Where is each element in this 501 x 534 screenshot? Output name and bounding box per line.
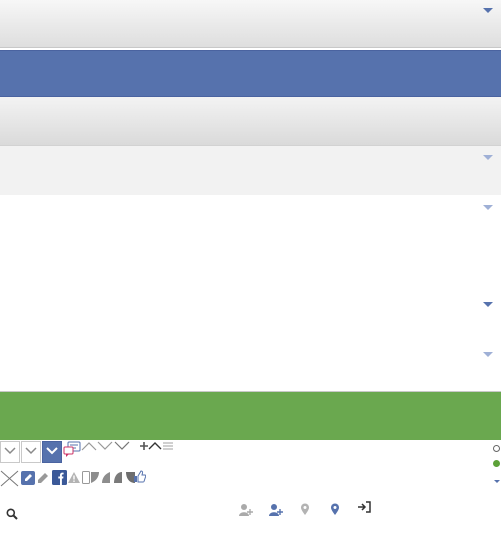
- light-gray-bar: [0, 146, 501, 195]
- radio-empty-icon[interactable]: [493, 445, 500, 452]
- dropdown-arrow-icon[interactable]: [483, 8, 493, 13]
- blue-header-bar: [0, 50, 501, 97]
- chevron-up-icon[interactable]: [148, 441, 162, 450]
- map-pin-icon[interactable]: [330, 503, 340, 516]
- dropdown-arrow-icon[interactable]: [483, 302, 493, 307]
- thumbs-up-icon[interactable]: [133, 470, 146, 483]
- dropdown-arrow-icon[interactable]: [494, 480, 500, 483]
- chevron-down-icon: [46, 447, 58, 455]
- dropdown-arrow-icon[interactable]: [483, 155, 493, 160]
- green-bar: [0, 392, 501, 440]
- facebook-icon[interactable]: [52, 470, 67, 485]
- login-icon[interactable]: [357, 501, 371, 513]
- add-user-icon[interactable]: [238, 503, 254, 517]
- chevron-down-icon[interactable]: [114, 441, 130, 451]
- chevron-down-icon: [25, 447, 37, 455]
- map-pin-icon[interactable]: [300, 503, 310, 516]
- gray-gradient-bar: [0, 97, 501, 146]
- warning-icon: [68, 472, 80, 483]
- add-user-icon[interactable]: [268, 503, 284, 517]
- corner-shape-icon: [91, 472, 135, 483]
- status-dot-icon: [493, 460, 500, 467]
- white-content-area: [0, 195, 501, 392]
- dropdown-arrow-icon[interactable]: [483, 352, 493, 357]
- pencil-icon[interactable]: [37, 472, 49, 484]
- top-toolbar: [0, 0, 501, 48]
- select-dropdown-active[interactable]: [42, 441, 62, 463]
- chat-bubble-icon[interactable]: [63, 441, 81, 457]
- list-icon[interactable]: [162, 441, 174, 451]
- chevron-down-icon: [4, 447, 16, 455]
- dropdown-arrow-icon[interactable]: [483, 205, 493, 210]
- close-icon[interactable]: [0, 470, 19, 487]
- search-icon[interactable]: [6, 508, 18, 520]
- chevron-up-icon[interactable]: [81, 441, 97, 451]
- chevron-down-icon[interactable]: [97, 441, 113, 451]
- select-dropdown[interactable]: [0, 441, 20, 463]
- select-dropdown[interactable]: [21, 441, 41, 463]
- edit-square-icon[interactable]: [21, 471, 35, 485]
